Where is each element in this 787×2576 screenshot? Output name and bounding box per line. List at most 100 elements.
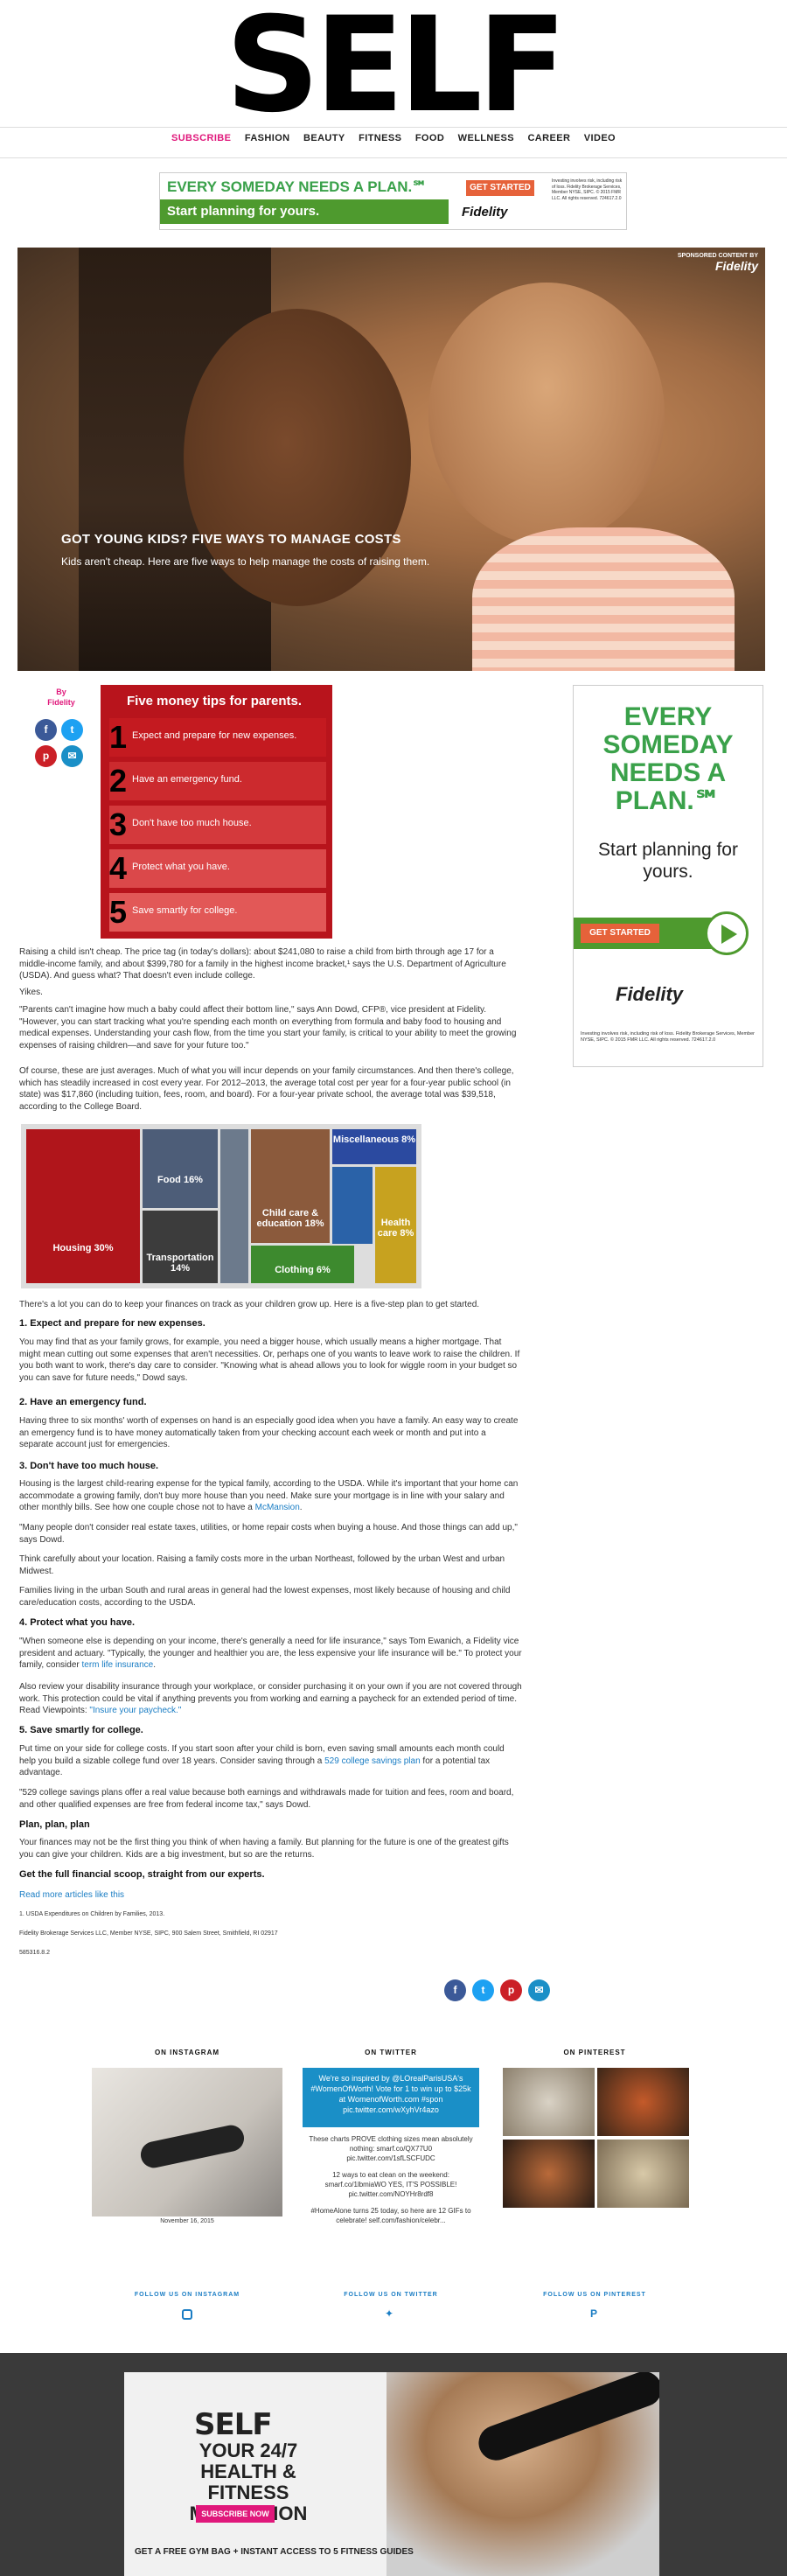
- tip-text: Protect what you have.: [132, 862, 230, 872]
- tip-number: 4: [109, 850, 128, 886]
- footnote: Fidelity Brokerage Services LLC, Member …: [19, 1930, 278, 1937]
- tweet[interactable]: We're so inspired by @LOrealParisUSA's #…: [303, 2068, 479, 2127]
- nav-subscribe[interactable]: SUBSCRIBE: [171, 133, 231, 143]
- fidelity-logo: Fidelity: [616, 983, 684, 1005]
- subscribe-now-button[interactable]: SUBSCRIBE NOW: [196, 2505, 275, 2523]
- article-paragraph: Having three to six months' worth of exp…: [19, 1416, 519, 1449]
- tweet[interactable]: #HomeAlone turns 25 today, so here are 1…: [303, 2203, 479, 2229]
- ad-headline: EVERY SOMEDAY NEEDS A PLAN.℠: [602, 702, 734, 815]
- nav-career[interactable]: CAREER: [527, 133, 570, 143]
- facebook-share-icon[interactable]: f: [444, 1979, 466, 2001]
- instagram-icon[interactable]: [182, 2309, 192, 2320]
- section-heading: 5. Save smartly for college.: [19, 1725, 143, 1735]
- sponsor-brand: Fidelity: [714, 259, 758, 273]
- pinterest-pin[interactable]: [597, 2140, 689, 2208]
- article-paragraph: Also review your disability insurance th…: [19, 1681, 522, 1717]
- pinterest-pin[interactable]: [597, 2068, 689, 2136]
- sponsor-label: SPONSORED CONTENT BY: [677, 253, 758, 259]
- nav-fitness[interactable]: FITNESS: [359, 133, 401, 143]
- nav-wellness[interactable]: WELLNESS: [458, 133, 514, 143]
- tip-item: 4 Protect what you have.: [109, 849, 326, 888]
- byline-author[interactable]: Fidelity: [44, 697, 79, 708]
- instagram-date: November 16, 2015: [160, 2218, 214, 2224]
- tip-text: Save smartly for college.: [132, 905, 238, 916]
- health-block: Health care 8%: [375, 1167, 416, 1283]
- instagram-heading: ON INSTAGRAM: [154, 2049, 220, 2056]
- follow-instagram-link[interactable]: FOLLOW US ON INSTAGRAM: [92, 2292, 282, 2298]
- footnote: 1. USDA Expenditures on Children by Fami…: [19, 1911, 165, 1917]
- section-heading: 3. Don't have too much house.: [19, 1461, 159, 1471]
- nav-food[interactable]: FOOD: [415, 133, 444, 143]
- hero-photo-shirt: [472, 527, 735, 671]
- ad-get-started-button[interactable]: GET STARTED: [581, 924, 659, 943]
- pinterest-icon[interactable]: P: [590, 2307, 597, 2320]
- pinterest-pin[interactable]: [503, 2140, 595, 2208]
- instagram-photo[interactable]: [92, 2068, 282, 2216]
- insure-paycheck-link[interactable]: "Insure your paycheck.": [89, 1706, 181, 1715]
- self-logo[interactable]: SELF: [0, 0, 787, 131]
- section-heading: 2. Have an emergency fund.: [19, 1397, 147, 1407]
- byline: By Fidelity: [44, 687, 79, 708]
- pinterest-heading: ON PINTEREST: [563, 2049, 626, 2056]
- tip-number: 3: [109, 806, 128, 842]
- ad-get-started-button[interactable]: GET STARTED: [466, 180, 534, 196]
- food-block: Food 16%: [143, 1129, 218, 1208]
- transportation-block: Transportation 14%: [143, 1211, 218, 1283]
- email-share-icon[interactable]: ✉: [528, 1979, 550, 2001]
- email-share-icon[interactable]: ✉: [61, 745, 83, 767]
- arrow-icon[interactable]: [705, 911, 749, 955]
- pinterest-share-icon[interactable]: p: [500, 1979, 522, 2001]
- twitter-share-icon[interactable]: t: [61, 719, 83, 741]
- twitter-share-icon[interactable]: t: [472, 1979, 494, 2001]
- main-nav: SUBSCRIBE FASHION BEAUTY FITNESS FOOD WE…: [0, 133, 787, 154]
- sidebar-ad[interactable]: EVERY SOMEDAY NEEDS A PLAN.℠ Start plann…: [573, 685, 763, 1067]
- article-paragraph: Think carefully about your location. Rai…: [19, 1554, 505, 1576]
- article-paragraph: "Parents can't imagine how much a baby c…: [19, 1005, 517, 1051]
- misc-block: Miscellaneous 8%: [332, 1129, 416, 1164]
- pinterest-share-icon[interactable]: p: [35, 745, 57, 767]
- nav-fashion[interactable]: FASHION: [245, 133, 290, 143]
- pinterest-pin[interactable]: [503, 2068, 595, 2136]
- facebook-share-icon[interactable]: f: [35, 719, 57, 741]
- tip-item: 3 Don't have too much house.: [109, 806, 326, 844]
- leaderboard-ad[interactable]: EVERY SOMEDAY NEEDS A PLAN.℠ Start plann…: [159, 172, 627, 230]
- instagram-photo-figure: [138, 2122, 247, 2171]
- subscribe-ad[interactable]: SELF YOUR 24/7 HEALTH & FITNESS MOTIVATI…: [124, 2372, 659, 2576]
- ad-subline: Start planning for yours.: [598, 840, 738, 882]
- term-life-link[interactable]: term life insurance: [82, 1660, 154, 1670]
- tip-text: Expect and prepare for new expenses.: [132, 730, 297, 741]
- tweet[interactable]: These charts PROVE clothing sizes mean a…: [303, 2127, 479, 2167]
- expense-infographic: Housing 30% Food 16% Transportation 14% …: [21, 1124, 421, 1288]
- tweet[interactable]: 12 ways to eat clean on the weekend: sma…: [303, 2167, 479, 2203]
- tip-number: 2: [109, 763, 128, 799]
- ad-subline: Start planning for yours.: [160, 199, 449, 224]
- article-subtitle: Kids aren't cheap. Here are five ways to…: [61, 555, 430, 568]
- ad-self-logo: SELF: [194, 2407, 273, 2442]
- hero-caption: GOT YOUNG KIDS? FIVE WAYS TO MANAGE COST…: [61, 532, 481, 568]
- article-paragraph: "529 college savings plans offer a real …: [19, 1788, 514, 1810]
- read-more-link[interactable]: Read more articles like this: [19, 1889, 522, 1902]
- clothing-block: Clothing 6%: [251, 1246, 354, 1283]
- article-paragraph: You may find that as your family grows, …: [19, 1337, 520, 1383]
- nav-video[interactable]: VIDEO: [584, 133, 616, 143]
- follow-twitter-link[interactable]: FOLLOW US ON TWITTER: [303, 2292, 479, 2298]
- hero-image: SPONSORED CONTENT BY Fidelity GOT YOUNG …: [17, 248, 765, 671]
- ad-disclaimer: Investing involves risk, including risk …: [552, 178, 623, 201]
- 529-plan-link[interactable]: 529 college savings plan: [324, 1756, 421, 1766]
- section-heading: Plan, plan, plan: [19, 1819, 90, 1830]
- article-paragraph: "Many people don't consider real estate …: [19, 1523, 518, 1545]
- article-paragraph: Housing is the largest child-rearing exp…: [19, 1479, 519, 1512]
- hero-photo-baby: [428, 283, 665, 545]
- mcmansion-link[interactable]: McMansion: [255, 1503, 300, 1512]
- section-heading: Get the full financial scoop, straight f…: [19, 1869, 265, 1880]
- tip-text: Don't have too much house.: [132, 818, 252, 828]
- tip-item: 5 Save smartly for college.: [109, 893, 326, 932]
- section-heading: 1. Expect and prepare for new expenses.: [19, 1318, 205, 1329]
- tip-item: 1 Expect and prepare for new expenses.: [109, 718, 326, 757]
- twitter-icon[interactable]: ✦: [385, 2307, 394, 2320]
- stripe-block: [220, 1129, 248, 1283]
- nav-beauty[interactable]: BEAUTY: [303, 133, 345, 143]
- follow-pinterest-link[interactable]: FOLLOW US ON PINTEREST: [503, 2292, 686, 2298]
- byline-by: By: [56, 688, 66, 696]
- article-paragraph: There's a lot you can do to keep your fi…: [19, 1300, 480, 1309]
